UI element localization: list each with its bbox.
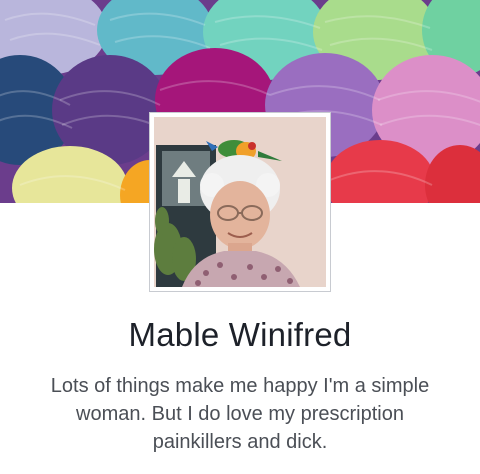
avatar-image bbox=[154, 117, 326, 287]
profile-bio: Lots of things make me happy I'm a simpl… bbox=[50, 375, 430, 453]
profile-card: Mable Winifred Lots of things make me ha… bbox=[0, 0, 480, 474]
profile-picture[interactable] bbox=[150, 113, 330, 291]
profile-name[interactable]: Mable Winifred bbox=[0, 315, 480, 355]
